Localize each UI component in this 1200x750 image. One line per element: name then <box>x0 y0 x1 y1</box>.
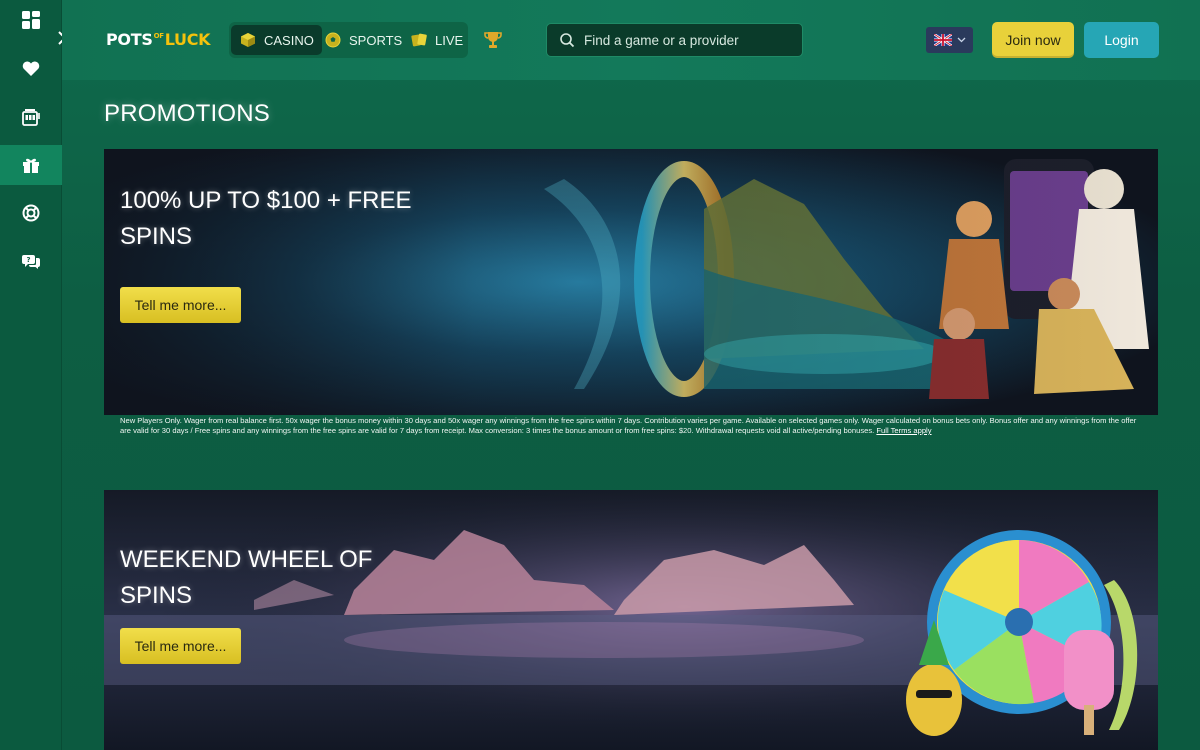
uk-flag-icon <box>933 34 952 46</box>
full-terms-link[interactable]: Full Terms apply <box>876 426 931 435</box>
tell-me-more-button[interactable]: Tell me more... <box>120 287 241 323</box>
sidebar-item-support[interactable] <box>0 193 62 233</box>
heart-icon <box>22 61 40 76</box>
chevron-down-icon <box>957 37 965 43</box>
grid-icon <box>22 11 40 29</box>
tab-live-label: LIVE <box>435 32 464 48</box>
slot-machine-icon <box>22 109 40 126</box>
promo-banner-welcome: 100% UP TO $100 + FREE SPINS Tell me mor… <box>104 149 1158 415</box>
promo-title: 100% UP TO $100 + FREE SPINS <box>120 187 412 250</box>
language-selector[interactable] <box>926 27 973 53</box>
site-logo[interactable]: POTS OF LUCK <box>106 30 211 49</box>
live-cards-icon <box>410 32 427 49</box>
page-title: PROMOTIONS <box>104 100 271 127</box>
search-box[interactable] <box>546 23 803 57</box>
weekend-wheel-banner-artwork <box>104 490 1158 750</box>
search-icon <box>560 33 575 48</box>
lifebuoy-icon <box>22 204 40 222</box>
join-now-button[interactable]: Join now <box>992 22 1074 58</box>
sidebar: ? <box>0 0 62 750</box>
sidebar-item-slots[interactable] <box>0 97 62 137</box>
tab-casino[interactable]: CASINO <box>231 25 322 55</box>
login-button[interactable]: Login <box>1084 22 1159 58</box>
promo-title: WEEKEND WHEEL OF SPINS <box>120 546 373 609</box>
tab-live[interactable]: LIVE <box>402 25 471 55</box>
tournaments-button[interactable] <box>482 29 504 51</box>
logo-part-2: OF <box>153 32 164 40</box>
tab-casino-label: CASINO <box>264 32 314 48</box>
sidebar-item-promotions[interactable] <box>0 145 62 185</box>
chat-help-icon: ? <box>22 255 40 269</box>
soccer-ball-icon <box>324 32 341 49</box>
sidebar-item-favorites[interactable] <box>0 49 62 89</box>
trophy-icon <box>484 32 502 48</box>
top-header: POTS OF LUCK CASINO SPORTS LIVE Find a g… <box>62 0 1200 80</box>
promo-banner-weekend-wheel: WEEKEND WHEEL OF SPINS Tell me more... <box>104 490 1158 750</box>
product-nav: CASINO SPORTS LIVE <box>229 22 468 58</box>
tab-sports[interactable]: SPORTS <box>316 25 410 55</box>
search-input[interactable] <box>584 32 784 48</box>
logo-part-3: LUCK <box>164 30 211 49</box>
gift-icon <box>23 158 39 173</box>
svg-text:?: ? <box>26 256 30 264</box>
sidebar-item-help[interactable]: ? <box>0 241 62 281</box>
cube-icon <box>239 32 256 49</box>
promo-terms-text: New Players Only. Wager from real balanc… <box>120 416 1137 435</box>
promo-terms: New Players Only. Wager from real balanc… <box>120 416 1140 436</box>
tab-sports-label: SPORTS <box>349 32 403 48</box>
logo-part-1: POTS <box>106 30 153 49</box>
tell-me-more-button[interactable]: Tell me more... <box>120 628 241 664</box>
